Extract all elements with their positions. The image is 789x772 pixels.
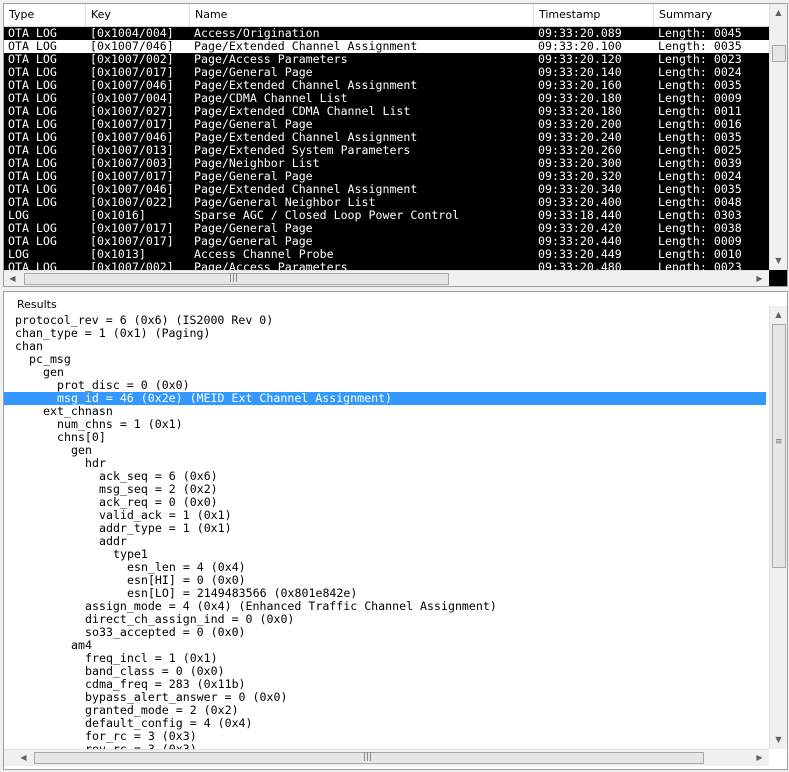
results-line[interactable]: chan_type = 1 (0x1) (Paging) xyxy=(4,327,766,340)
results-line-text: chan_type = 1 (0x1) (Paging) xyxy=(15,326,211,340)
results-line[interactable]: chns[0] xyxy=(4,431,766,444)
results-line[interactable]: num_chns = 1 (0x1) xyxy=(4,418,766,431)
scroll-right-arrow-icon[interactable]: ▶ xyxy=(752,271,767,286)
log-table-row[interactable]: OTA LOG [0x1007/002] Page/Access Parameter… xyxy=(4,260,769,271)
results-line[interactable]: esn_len = 4 (0x4) xyxy=(4,561,766,574)
log-cell-name: Page/Access Parameters xyxy=(194,260,348,271)
log-scroll-thumb[interactable] xyxy=(772,45,786,62)
results-pane: Results protocol_rev = 6 (0x6) (IS2000 R… xyxy=(3,291,788,770)
results-line[interactable]: so33_accepted = 0 (0x0) xyxy=(4,626,766,639)
column-header-name[interactable]: Name xyxy=(190,4,534,26)
log-cell-summary: Length: 0023 xyxy=(658,260,742,271)
column-header-type[interactable]: Type xyxy=(4,4,86,26)
grip-icon: ||| xyxy=(229,273,239,283)
column-header-timestamp[interactable]: Timestamp xyxy=(534,4,654,26)
log-vertical-scrollbar[interactable]: ▲ ▼ xyxy=(769,4,787,270)
results-line[interactable]: type1 xyxy=(4,548,766,561)
column-header-key[interactable]: Key xyxy=(86,4,190,26)
log-table-body: OTA LOG [0x1004/004] Access/Origination 09:… xyxy=(4,27,769,270)
results-line-text: so33_accepted = 0 (0x0) xyxy=(85,625,246,639)
results-tree: protocol_rev = 6 (0x6) (IS2000 Rev 0) cha… xyxy=(4,314,769,749)
results-line[interactable]: msg_id = 46 (0x2e) (MEID Ext Channel Ass… xyxy=(4,392,766,405)
log-cell-type: OTA LOG xyxy=(8,260,57,271)
results-line[interactable]: chan xyxy=(4,340,766,353)
grip-icon: ||| xyxy=(363,752,373,762)
log-cell-timestamp: 09:33:20.480 xyxy=(538,260,622,271)
results-horizontal-scrollbar[interactable]: ◀ ||| ▶ xyxy=(4,749,769,766)
results-line[interactable]: gen xyxy=(4,444,766,457)
scroll-down-arrow-icon[interactable]: ▼ xyxy=(771,253,786,268)
log-hscroll-thumb[interactable]: ||| xyxy=(24,273,449,285)
scroll-up-arrow-icon[interactable]: ▲ xyxy=(771,5,786,20)
log-horizontal-scrollbar[interactable]: ◀ ||| ▶ xyxy=(4,270,769,286)
scroll-up-arrow-icon[interactable]: ▲ xyxy=(771,307,786,322)
scroll-left-arrow-icon[interactable]: ◀ xyxy=(5,271,20,286)
log-table-header: Type Key Name Timestamp Summary xyxy=(4,4,769,27)
log-cell-key: [0x1007/002] xyxy=(90,260,174,271)
scroll-down-arrow-icon[interactable]: ▼ xyxy=(771,732,786,747)
results-line[interactable]: esn[HI] = 0 (0x0) xyxy=(4,574,766,587)
log-pane: Type Key Name Timestamp Summary OTA LOG[… xyxy=(3,3,788,287)
column-header-summary[interactable]: Summary xyxy=(654,4,769,26)
results-title: Results xyxy=(17,298,57,311)
grip-icon: ≡ xyxy=(775,437,783,447)
results-vertical-scrollbar[interactable]: ▲ ≡ ▼ xyxy=(769,306,787,749)
scroll-right-arrow-icon[interactable]: ▶ xyxy=(752,750,767,765)
results-scroll-thumb[interactable]: ≡ xyxy=(772,324,786,568)
results-line[interactable]: pc_msg xyxy=(4,353,766,366)
results-hscroll-thumb[interactable]: ||| xyxy=(34,752,704,764)
scroll-left-arrow-icon[interactable]: ◀ xyxy=(16,750,31,765)
